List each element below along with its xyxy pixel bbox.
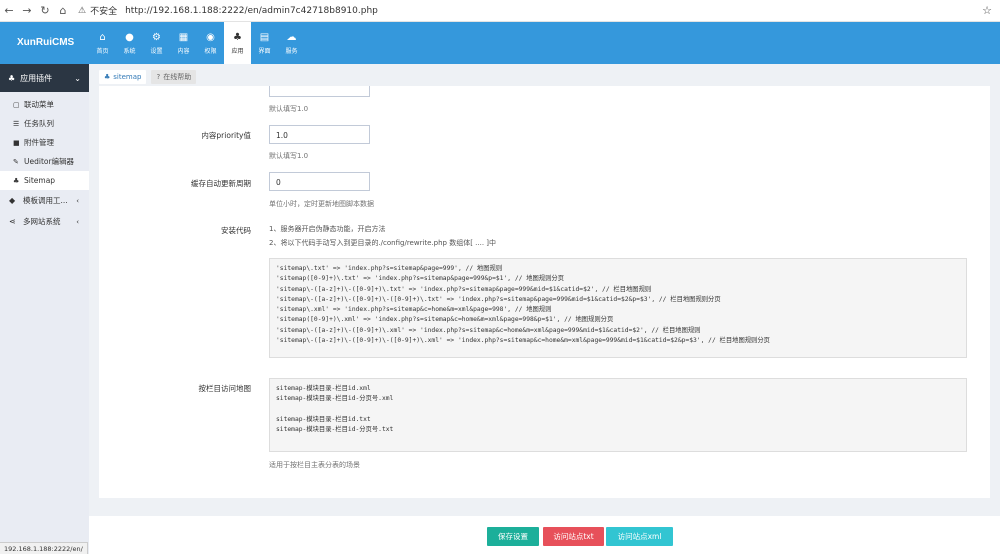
cogs-icon: ⚙ bbox=[152, 31, 161, 43]
globe-icon: ● bbox=[125, 31, 134, 43]
th-icon: ▦ bbox=[178, 31, 189, 43]
topnav-permission[interactable]: ◉ 权限 bbox=[197, 22, 224, 64]
sidebar-item-linkage[interactable]: ▢ 联动菜单 bbox=[0, 95, 89, 114]
priority-help: 默认填写1.0 bbox=[269, 152, 309, 160]
top-navigation: XunRuiCMS ⌂ 首页 ● 系统 ⚙ 设置 ▦ 内容 ◉ 权限 ♣ 应用 ▤ 界面 ☁ 服… bbox=[0, 22, 1000, 64]
security-label: 不安全 bbox=[90, 7, 118, 17]
help-text: 默认填写1.0 bbox=[269, 105, 309, 113]
form-actions: 保存设置 访问站点txt 访问站点xml bbox=[89, 516, 1000, 554]
question-icon: ? bbox=[156, 73, 161, 81]
main-content: ♣ sitemap ? 在线帮助 默认填写1.0 内容priority值 1.0 默… bbox=[89, 64, 1000, 554]
browser-toolbar: ← → ↻ ⌂ ⚠ 不安全 http://192.168.1.188:2222/… bbox=[0, 0, 1000, 22]
page-tabs: ♣ sitemap ? 在线帮助 bbox=[99, 70, 197, 84]
address-bar[interactable]: ⚠ 不安全 http://192.168.1.188:2222/en/admin… bbox=[78, 4, 378, 18]
topnav-interface[interactable]: ▤ 界面 bbox=[251, 22, 278, 64]
folder-icon: ■ bbox=[13, 138, 20, 147]
topnav-settings[interactable]: ⚙ 设置 bbox=[143, 22, 170, 64]
topnav-system[interactable]: ● 系统 bbox=[116, 22, 143, 64]
topnav-apps[interactable]: ♣ 应用 bbox=[224, 22, 251, 64]
plugin-icon: ♣ bbox=[8, 73, 16, 83]
file-icon: ▤ bbox=[259, 31, 270, 43]
topnav-home[interactable]: ⌂ 首页 bbox=[89, 22, 116, 64]
topnav-service[interactable]: ☁ 服务 bbox=[278, 22, 305, 64]
sitemap-icon: ♣ bbox=[13, 176, 20, 185]
sidebar-group-template[interactable]: ◆ 模板调用工... ‹ bbox=[0, 190, 89, 211]
tab-online-help[interactable]: ? 在线帮助 bbox=[151, 70, 197, 84]
top-menu: ⌂ 首页 ● 系统 ⚙ 设置 ▦ 内容 ◉ 权限 ♣ 应用 ▤ 界面 ☁ 服务 bbox=[89, 22, 305, 64]
share-icon: ⋖ bbox=[9, 217, 16, 226]
install-line-1: 1、服务器开启伪静态功能，开启方法 bbox=[269, 225, 386, 233]
home-icon: ⌂ bbox=[99, 31, 106, 43]
plugin-icon: ♣ bbox=[233, 31, 242, 43]
forward-icon[interactable]: → bbox=[18, 4, 36, 17]
reload-icon[interactable]: ↻ bbox=[36, 4, 54, 17]
sidebar: ♣ 应用插件 ⌄ ▢ 联动菜单 ☰ 任务队列 ■ 附件管理 ✎ Ueditor编辑器 ♣… bbox=[0, 64, 89, 554]
cloud-icon: ☁ bbox=[286, 31, 297, 43]
rewrite-code-block[interactable]: 'sitemap\.txt' => 'index.php?s=sitemap&p… bbox=[269, 258, 967, 358]
user-icon: ◉ bbox=[206, 31, 215, 43]
sidebar-group-multisite[interactable]: ⋖ 多网站系统 ‹ bbox=[0, 211, 89, 232]
sidebar-item-attachment[interactable]: ■ 附件管理 bbox=[0, 133, 89, 152]
logo[interactable]: XunRuiCMS bbox=[17, 37, 74, 48]
edit-icon: ✎ bbox=[13, 157, 19, 166]
install-label: 安装代码 bbox=[221, 226, 251, 235]
catmap-help: 适用于按栏目主表分表的场景 bbox=[269, 461, 360, 469]
catmap-code-block[interactable]: sitemap-模块目录-栏目id.xml sitemap-模块目录-栏目id-… bbox=[269, 378, 967, 452]
tag-icon: ◆ bbox=[9, 196, 16, 205]
priority-input[interactable]: 1.0 bbox=[269, 125, 370, 144]
install-line-2: 2、将以下代码手动写入到更目录的./config/rewrite.php 数组体… bbox=[269, 239, 497, 247]
tab-sitemap[interactable]: ♣ sitemap bbox=[99, 70, 147, 84]
bookmark-star-icon[interactable]: ☆ bbox=[982, 4, 992, 17]
url-text[interactable]: http://192.168.1.188:2222/en/admin7c4271… bbox=[125, 6, 378, 16]
save-button[interactable]: 保存设置 bbox=[487, 527, 539, 546]
cache-label: 缓存自动更新周期 bbox=[191, 179, 251, 188]
sitemap-icon: ♣ bbox=[104, 73, 111, 81]
home-icon[interactable]: ⌂ bbox=[54, 4, 72, 17]
priority-label: 内容priority值 bbox=[201, 131, 251, 140]
sidebar-item-queue[interactable]: ☰ 任务队列 bbox=[0, 114, 89, 133]
sidebar-item-ueditor[interactable]: ✎ Ueditor编辑器 bbox=[0, 152, 89, 171]
catmap-label: 按栏目访问地图 bbox=[198, 384, 252, 393]
partial-input[interactable] bbox=[269, 86, 370, 97]
settings-panel: 默认填写1.0 内容priority值 1.0 默认填写1.0 缓存自动更新周期… bbox=[99, 86, 990, 498]
chevron-down-icon: ⌄ bbox=[74, 73, 81, 83]
chevron-left-icon: ‹ bbox=[76, 196, 79, 205]
visit-txt-button[interactable]: 访问站点txt bbox=[543, 527, 604, 546]
sidebar-head-apps[interactable]: ♣ 应用插件 ⌄ bbox=[0, 64, 89, 92]
chevron-left-icon: ‹ bbox=[76, 217, 79, 226]
warning-icon: ⚠ bbox=[78, 5, 87, 16]
back-icon[interactable]: ← bbox=[0, 4, 18, 17]
visit-xml-button[interactable]: 访问站点xml bbox=[606, 527, 673, 546]
sidebar-item-sitemap[interactable]: ♣ Sitemap bbox=[0, 171, 89, 190]
topnav-content[interactable]: ▦ 内容 bbox=[170, 22, 197, 64]
cache-input[interactable]: 0 bbox=[269, 172, 370, 191]
cache-help: 单位小时，定时更新地图脚本数据 bbox=[269, 200, 374, 208]
status-bar: 192.168.1.188:2222/en/ bbox=[0, 542, 88, 554]
list-icon: ☰ bbox=[13, 119, 20, 128]
window-icon: ▢ bbox=[13, 100, 20, 109]
